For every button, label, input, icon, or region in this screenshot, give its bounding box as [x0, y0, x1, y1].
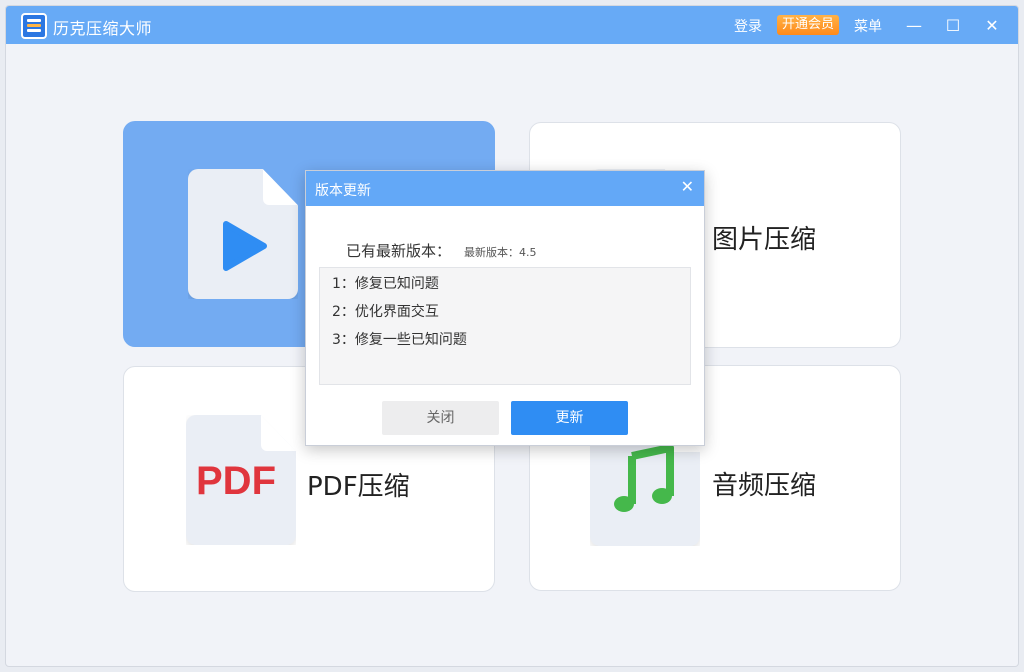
play-icon	[223, 221, 267, 271]
release-notes: 1：修复已知问题 2：优化界面交互 3：修复一些已知问题	[319, 267, 691, 385]
release-note-item: 2：优化界面交互	[332, 304, 439, 320]
music-note-icon	[614, 446, 674, 512]
dialog-title: 版本更新	[315, 183, 371, 199]
login-link[interactable]: 登录	[734, 16, 762, 36]
close-window-button[interactable]: ✕	[977, 10, 1007, 40]
minimize-button[interactable]: —	[899, 10, 929, 40]
maximize-button[interactable]: ☐	[938, 10, 968, 40]
release-note-item: 1：修复已知问题	[332, 276, 439, 292]
latest-version-label: 已有最新版本：	[346, 242, 452, 260]
pdf-icon-text: PDF	[196, 459, 276, 503]
close-button[interactable]: 关闭	[382, 401, 499, 435]
release-note-item: 3：修复一些已知问题	[332, 332, 467, 348]
dialog-close-icon[interactable]: ✕	[681, 177, 694, 196]
update-button[interactable]: 更新	[511, 401, 628, 435]
pdf-compress-label: PDF压缩	[307, 472, 410, 502]
version-update-dialog: 版本更新 ✕ 已有最新版本： 最新版本：4.5 1：修复已知问题 2：优化界面交…	[305, 170, 705, 446]
app-logo-icon	[21, 13, 47, 39]
app-title: 历克压缩大师	[53, 19, 153, 38]
pdf-file-icon: PDF	[186, 415, 296, 545]
dialog-header: 版本更新 ✕	[306, 171, 704, 206]
version-number: 最新版本：4.5	[464, 246, 537, 259]
image-compress-label: 图片压缩	[712, 225, 817, 255]
menu-button[interactable]: 菜单	[854, 16, 882, 36]
title-bar: 历克压缩大师 登录 开通会员 菜单 — ☐ ✕	[6, 6, 1018, 44]
vip-button[interactable]: 开通会员	[777, 15, 840, 35]
audio-compress-label: 音频压缩	[712, 471, 817, 501]
